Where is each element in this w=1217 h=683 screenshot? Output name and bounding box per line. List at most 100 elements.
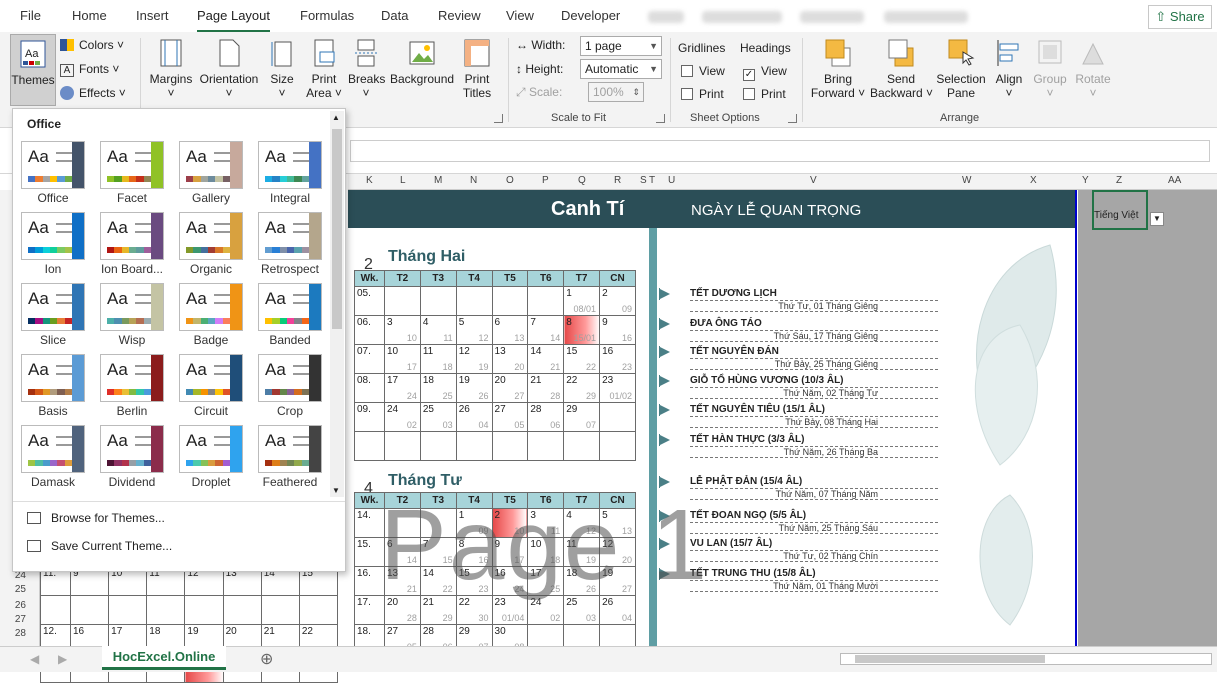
calendar-cell[interactable]: 6 13 — [491, 315, 529, 345]
calendar-cell[interactable]: 22 29 — [563, 373, 601, 403]
calendar-cell[interactable] — [384, 286, 421, 316]
calendar-cell[interactable]: 19 26 — [455, 373, 493, 403]
menu-formulas[interactable]: Formulas — [300, 8, 354, 23]
menu-view[interactable]: View — [506, 8, 534, 23]
calendar-cell[interactable]: 12 19 — [455, 344, 493, 374]
theme-option[interactable]: Aa — [179, 141, 243, 189]
calendar-cell[interactable]: 4 11 — [419, 315, 457, 345]
scroll-up-icon[interactable]: ▲ — [332, 113, 340, 122]
theme-option[interactable]: Aa — [21, 212, 85, 260]
calendar-cell[interactable]: 17 24 — [384, 373, 421, 403]
theme-option[interactable]: Aa — [258, 141, 322, 189]
menu-review[interactable]: Review — [438, 8, 481, 23]
dropdown-arrow-icon[interactable]: ▼ — [1150, 212, 1164, 226]
calendar-cell[interactable] — [419, 286, 457, 316]
background-button[interactable]: Background — [390, 38, 454, 86]
col-header[interactable]: K — [366, 175, 373, 186]
share-button[interactable]: ⇧ Share — [1148, 5, 1212, 29]
col-header[interactable]: W — [962, 175, 971, 186]
calendar-cell[interactable]: 07. — [354, 344, 385, 374]
prev-sheet-icon[interactable]: ◀ — [30, 652, 39, 666]
calendar-cell[interactable] — [184, 595, 224, 625]
calendar-cell[interactable]: 24 02 — [384, 402, 421, 432]
theme-option[interactable]: Aa — [100, 283, 164, 331]
gallery-scrollbar[interactable]: ▲ ▼ — [330, 111, 344, 497]
page-setup-launcher[interactable] — [494, 114, 503, 123]
align-button[interactable]: Align ˅ — [992, 38, 1026, 100]
theme-option[interactable]: Aa — [258, 354, 322, 402]
theme-option[interactable]: Aa — [100, 212, 164, 260]
next-sheet-icon[interactable]: ▶ — [58, 652, 67, 666]
calendar-cell[interactable]: 14 21 — [527, 344, 565, 374]
add-sheet-icon[interactable]: ⊕ — [260, 649, 273, 669]
col-header[interactable]: V — [810, 175, 817, 186]
selection-pane-button[interactable]: Selection Pane — [936, 38, 986, 100]
calendar-cell[interactable]: 25 03 — [419, 402, 457, 432]
theme-option[interactable]: Aa — [21, 354, 85, 402]
effects-button[interactable]: Effects ˅ — [60, 86, 126, 100]
theme-option[interactable]: Aa — [179, 283, 243, 331]
col-header[interactable]: N — [470, 175, 477, 186]
colors-button[interactable]: Colors ˅ — [60, 38, 124, 52]
horizontal-scrollbar[interactable] — [840, 653, 1212, 665]
col-header[interactable]: Y — [1082, 175, 1089, 186]
calendar-cell[interactable] — [354, 431, 385, 461]
size-button[interactable]: Size ˅ — [268, 38, 296, 100]
send-backward-button[interactable]: Send Backward ˅ — [870, 38, 933, 100]
col-header[interactable]: T — [649, 175, 655, 186]
calendar-cell[interactable] — [563, 431, 601, 461]
row-header[interactable]: 25 — [0, 584, 26, 595]
margins-button[interactable]: Margins ˅ — [148, 38, 194, 100]
calendar-cell[interactable]: 28 06 — [527, 402, 565, 432]
col-header[interactable]: R — [614, 175, 621, 186]
calendar-cell[interactable]: 05. — [354, 286, 385, 316]
calendar-cell[interactable]: 26 04 — [455, 402, 493, 432]
bring-forward-button[interactable]: Bring Forward ˅ — [810, 38, 866, 100]
calendar-cell[interactable]: 2 09 — [599, 286, 636, 316]
calendar-cell[interactable]: 11 18 — [419, 344, 457, 374]
menu-data[interactable]: Data — [381, 8, 408, 23]
col-header[interactable]: P — [542, 175, 549, 186]
row-header[interactable]: 28 — [0, 628, 26, 639]
gridlines-view-checkbox[interactable]: View — [681, 64, 725, 78]
calendar-cell[interactable]: 3 10 — [384, 315, 421, 345]
menu-developer[interactable]: Developer — [561, 8, 620, 23]
col-header[interactable]: O — [506, 175, 514, 186]
calendar-cell[interactable]: 21 28 — [527, 373, 565, 403]
calendar-cell[interactable] — [419, 431, 457, 461]
calendar-cell[interactable] — [455, 286, 493, 316]
headings-view-checkbox[interactable]: ✓ View — [743, 64, 787, 81]
calendar-cell[interactable]: 10 17 — [384, 344, 421, 374]
calendar-cell[interactable]: 23 01/02 — [599, 373, 636, 403]
col-header[interactable]: L — [400, 175, 406, 186]
calendar-cell[interactable]: 13 20 — [491, 344, 529, 374]
group-button[interactable]: Group ˅ — [1032, 38, 1068, 100]
calendar-cell[interactable]: 08. — [354, 373, 385, 403]
calendar-cell[interactable]: 09. — [354, 402, 385, 432]
theme-option[interactable]: Aa — [179, 212, 243, 260]
calendar-cell[interactable]: 18 25 — [419, 373, 457, 403]
menu-page-layout[interactable]: Page Layout — [197, 8, 271, 33]
orientation-button[interactable]: Orientation ˅ — [198, 38, 260, 100]
col-header[interactable]: U — [668, 175, 675, 186]
calendar-cell[interactable] — [146, 595, 186, 625]
calendar-cell[interactable] — [527, 431, 565, 461]
col-header[interactable]: Q — [578, 175, 586, 186]
theme-option[interactable]: Aa — [21, 141, 85, 189]
calendar-cell[interactable]: 20 27 — [491, 373, 529, 403]
calendar-cell[interactable] — [260, 595, 300, 625]
row-header[interactable]: 27 — [0, 614, 26, 625]
rotate-button[interactable]: Rotate ˅ — [1074, 38, 1112, 100]
headings-print-checkbox[interactable]: Print — [743, 87, 786, 101]
scroll-thumb[interactable] — [332, 129, 342, 329]
theme-option[interactable]: Aa — [258, 212, 322, 260]
save-theme-item[interactable]: Save Current Theme... — [27, 539, 172, 553]
calendar-cell[interactable] — [455, 431, 493, 461]
theme-option[interactable]: Aa — [258, 283, 322, 331]
fonts-button[interactable]: A Fonts ˅ — [60, 62, 119, 77]
menu-home[interactable]: Home — [72, 8, 107, 23]
theme-option[interactable]: Aa — [21, 425, 85, 473]
calendar-cell[interactable] — [599, 431, 636, 461]
sheet-options-launcher[interactable] — [788, 114, 797, 123]
calendar-cell[interactable] — [599, 402, 636, 432]
